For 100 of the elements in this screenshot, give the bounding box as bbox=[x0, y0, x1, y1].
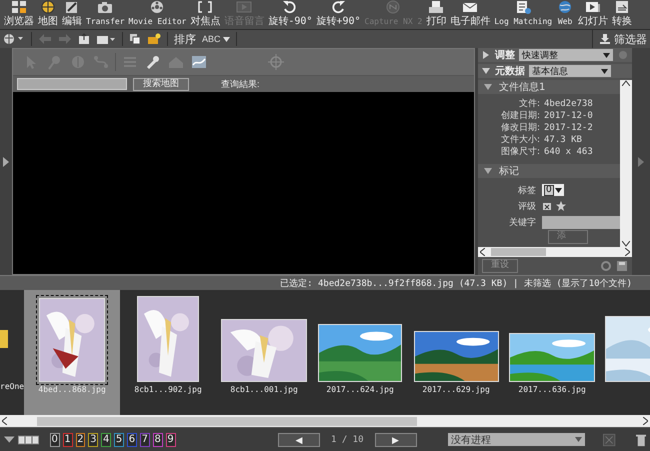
toolbar-button[interactable]: 旋转-90° bbox=[266, 0, 314, 29]
field-label: 关键字 bbox=[508, 216, 537, 228]
scroll-left-icon bbox=[2, 417, 7, 425]
label-dropdown[interactable]: 0 bbox=[542, 184, 564, 196]
caret-icon bbox=[603, 52, 610, 58]
sort-dropdown[interactable]: ABC bbox=[202, 34, 230, 44]
close-icon[interactable] bbox=[603, 432, 616, 446]
scrollbar[interactable] bbox=[0, 415, 650, 427]
color-label[interactable]: 9 bbox=[166, 432, 176, 446]
field-value: 2017-12-2 bbox=[544, 122, 594, 134]
globe-menu-icon[interactable] bbox=[3, 33, 25, 45]
field-value: 640 x 463 bbox=[544, 146, 594, 158]
layout-icon[interactable] bbox=[18, 434, 38, 444]
printer-icon bbox=[427, 0, 446, 15]
crosshair-icon[interactable] bbox=[268, 54, 284, 70]
toolbar-button[interactable]: 地图 bbox=[36, 0, 60, 29]
expand-triangle-icon[interactable] bbox=[481, 66, 491, 76]
color-label[interactable]: 4 bbox=[101, 432, 112, 446]
map-image-icon[interactable] bbox=[190, 54, 208, 70]
search-field[interactable] bbox=[17, 78, 127, 90]
next-button[interactable]: ▶ bbox=[374, 432, 417, 446]
toolbar-button[interactable]: Log Matching bbox=[492, 0, 554, 29]
caret-icon bbox=[554, 188, 562, 192]
sun-folder-icon[interactable] bbox=[147, 33, 161, 45]
toolbar-button[interactable]: 浏览器 bbox=[2, 0, 36, 29]
star-icon[interactable] bbox=[556, 201, 566, 211]
toolbar-button[interactable]: Movie Editor bbox=[126, 0, 188, 29]
scroll-right-icon bbox=[643, 417, 648, 425]
process-dropdown[interactable]: 没有进程 bbox=[448, 433, 586, 446]
panel-dropdown[interactable]: 基本信息 bbox=[529, 65, 611, 77]
caret-icon bbox=[601, 68, 608, 74]
scrollbar[interactable] bbox=[620, 80, 632, 247]
toolbar-button[interactable]: 打印 bbox=[424, 0, 448, 29]
field-value: 4bed2e738 bbox=[544, 98, 594, 110]
scroll-right-icon bbox=[625, 248, 630, 256]
collapse-triangle-icon[interactable] bbox=[483, 82, 493, 92]
status-text: 已选定: 4bed2e738b...9f2ff868.jpg (47.3 KB) | 未筛选 (显示了10个文件) bbox=[280, 278, 632, 290]
collapse-triangle-icon[interactable] bbox=[4, 436, 14, 444]
toolbar-button[interactable]: Transfer bbox=[84, 0, 127, 29]
section-title: 标记 bbox=[499, 164, 519, 178]
folder-up-icon[interactable] bbox=[78, 33, 90, 45]
collapse-triangle-icon[interactable] bbox=[483, 166, 493, 176]
play-screen-icon bbox=[235, 0, 254, 15]
download-icon bbox=[599, 33, 611, 45]
field-value: 2017-12-0 bbox=[544, 110, 594, 122]
field-label: 图像尺寸: bbox=[500, 146, 540, 158]
toolbar-button[interactable]: Web bbox=[554, 0, 576, 29]
sort-label: 排序 bbox=[174, 32, 196, 46]
color-label[interactable]: 6 bbox=[127, 432, 137, 446]
color-label[interactable]: 7 bbox=[140, 432, 150, 446]
toolbar-button[interactable]: 旋转+90° bbox=[314, 0, 363, 29]
color-label[interactable]: 2 bbox=[76, 432, 86, 446]
expand-right-icon[interactable] bbox=[638, 156, 644, 166]
focus-bracket-icon bbox=[196, 0, 214, 15]
section-title: 文件信息1 bbox=[499, 80, 546, 94]
results-label: 查询結果: bbox=[221, 78, 260, 90]
previous-button[interactable]: ◀ bbox=[278, 432, 320, 446]
scrollbar[interactable] bbox=[478, 247, 632, 257]
thumbnail-item[interactable]: 8cb1...902.jpg bbox=[120, 290, 216, 415]
color-label[interactable]: 5 bbox=[114, 432, 124, 446]
panel-title: 元数据 bbox=[495, 64, 525, 78]
save-icon[interactable] bbox=[616, 260, 628, 272]
scroll-up-icon bbox=[622, 80, 630, 86]
caret-icon bbox=[222, 36, 230, 42]
field-label: 标签 bbox=[517, 184, 537, 196]
thumbnail-item[interactable]: 8cb1...001.jpg bbox=[216, 290, 312, 415]
color-label[interactable]: 0 bbox=[50, 432, 60, 446]
thumbnail-item[interactable]: 2017...636.jpg bbox=[504, 290, 600, 415]
color-label[interactable]: 1 bbox=[62, 432, 72, 446]
color-label[interactable]: 3 bbox=[88, 432, 98, 446]
color-label[interactable]: 8 bbox=[152, 432, 163, 446]
panel-dropdown[interactable]: 快速调整 bbox=[519, 49, 613, 61]
thumbnail-item[interactable]: 2017...629.jpg bbox=[408, 290, 504, 415]
toolbar-button[interactable]: 幻灯片 bbox=[576, 0, 610, 29]
wrench-icon[interactable] bbox=[144, 54, 162, 70]
expand-triangle-icon[interactable] bbox=[481, 50, 491, 60]
folder-menu-icon[interactable] bbox=[96, 33, 116, 45]
toolbar-button[interactable]: 编辑 bbox=[60, 0, 84, 29]
page-indicator: 1 / 10 bbox=[330, 434, 365, 444]
field-label: 文件: bbox=[518, 98, 540, 110]
keyword-field[interactable] bbox=[542, 216, 620, 228]
toolbar-button[interactable]: 转换 bbox=[610, 0, 634, 29]
nx-circle-icon bbox=[384, 0, 402, 15]
folder-label: reOne bbox=[0, 382, 24, 391]
toolbar-button[interactable]: 电子邮件 bbox=[448, 0, 492, 29]
search-map-button[interactable]: 搜索地图 bbox=[133, 78, 189, 90]
scroll-down-icon bbox=[622, 241, 630, 247]
field-label: 评级 bbox=[517, 200, 537, 212]
copy-icon[interactable] bbox=[129, 33, 141, 45]
sync-icon[interactable] bbox=[600, 260, 612, 272]
back-arrow-icon[interactable] bbox=[38, 33, 52, 45]
field-label: 修改日期: bbox=[500, 122, 540, 134]
reject-icon[interactable] bbox=[542, 201, 552, 211]
panel-title: 调整 bbox=[495, 48, 515, 62]
thumbnail-item[interactable]: 2017...624.jpg bbox=[312, 290, 408, 415]
trash-icon[interactable] bbox=[636, 432, 646, 446]
toolbar-button[interactable]: 对焦点 bbox=[188, 0, 222, 29]
expand-left-icon[interactable] bbox=[3, 156, 9, 166]
forward-arrow-icon[interactable] bbox=[58, 33, 72, 45]
scroll-left-icon bbox=[480, 248, 485, 256]
